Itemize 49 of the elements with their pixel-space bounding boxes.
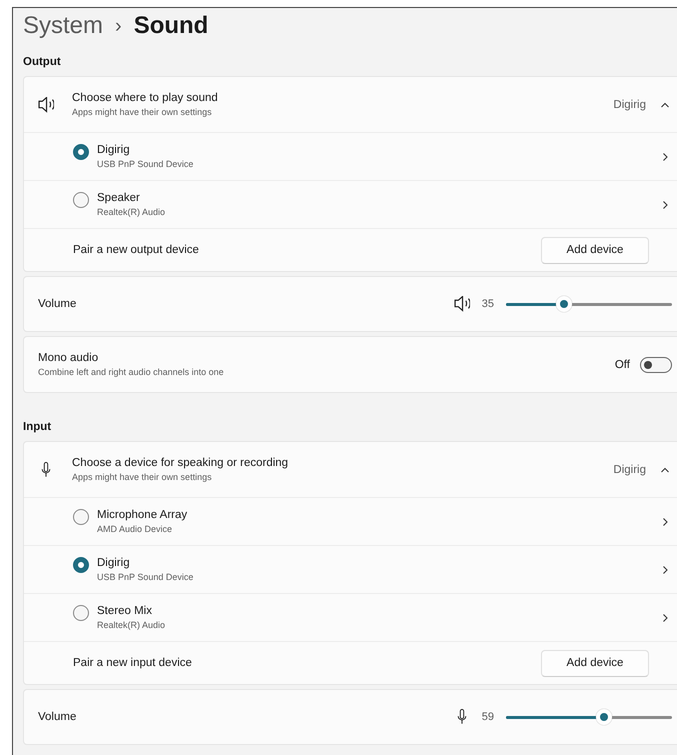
setting-title: Choose a device for speaking or recording bbox=[72, 457, 290, 469]
device-name: Speaker bbox=[97, 192, 141, 204]
chevron-right-icon[interactable] bbox=[660, 564, 670, 574]
chevron-right-icon[interactable] bbox=[660, 612, 670, 622]
radio-button[interactable] bbox=[73, 508, 89, 524]
setting-title: Volume bbox=[38, 711, 78, 723]
speaker-icon bbox=[38, 96, 54, 112]
section-heading: Output bbox=[23, 56, 62, 70]
device-name: Stereo Mix bbox=[97, 605, 153, 617]
pair-device-label: Pair a new output device bbox=[73, 244, 199, 256]
chevron-right-icon[interactable] bbox=[660, 152, 670, 162]
setting-title: Mono audio bbox=[38, 352, 100, 364]
volume-slider[interactable] bbox=[506, 709, 672, 725]
toggle-switch[interactable] bbox=[640, 356, 672, 372]
section-heading: Input bbox=[23, 421, 52, 435]
chevron-right-icon[interactable] bbox=[660, 200, 670, 210]
device-name: Digirig bbox=[97, 557, 131, 569]
speaker-icon bbox=[454, 296, 470, 312]
add-device-button[interactable]: Add device bbox=[541, 236, 649, 264]
setting-description: Apps might have their own settings bbox=[72, 107, 213, 117]
device-description: AMD Audio Device bbox=[97, 524, 174, 534]
volume-value: 35 bbox=[482, 298, 494, 310]
volume-value: 59 bbox=[482, 711, 494, 723]
setting-description: Combine left and right audio channels into one bbox=[38, 367, 225, 377]
add-device-button[interactable]: Add device bbox=[541, 650, 649, 676]
pair-device-label: Pair a new input device bbox=[73, 657, 192, 669]
device-description: USB PnP Sound Device bbox=[97, 159, 194, 169]
device-name: Microphone Array bbox=[97, 509, 188, 521]
toggle-state-label: Off bbox=[614, 358, 630, 370]
radio-button[interactable] bbox=[73, 556, 89, 572]
breadcrumb-separator: › bbox=[115, 14, 122, 38]
device-description: Realtek(R) Audio bbox=[97, 207, 166, 217]
radio-button[interactable] bbox=[73, 604, 89, 620]
setting-title: Choose where to play sound bbox=[72, 92, 219, 104]
volume-slider[interactable] bbox=[506, 296, 672, 312]
setting-description: Apps might have their own settings bbox=[72, 472, 213, 482]
device-name: Digirig bbox=[97, 144, 131, 156]
breadcrumb-link[interactable]: System bbox=[23, 12, 104, 40]
device-description: USB PnP Sound Device bbox=[97, 572, 194, 582]
selected-device-label: Digirig bbox=[613, 98, 646, 110]
slider-thumb[interactable] bbox=[556, 296, 572, 312]
slider-thumb[interactable] bbox=[596, 709, 612, 725]
selected-device-label: Digirig bbox=[613, 464, 646, 476]
chevron-right-icon[interactable] bbox=[660, 516, 670, 526]
device-description: Realtek(R) Audio bbox=[97, 620, 166, 630]
setting-title: Volume bbox=[38, 298, 78, 310]
radio-button[interactable] bbox=[73, 144, 89, 160]
page-title: Sound bbox=[134, 12, 208, 40]
radio-button[interactable] bbox=[73, 192, 89, 208]
